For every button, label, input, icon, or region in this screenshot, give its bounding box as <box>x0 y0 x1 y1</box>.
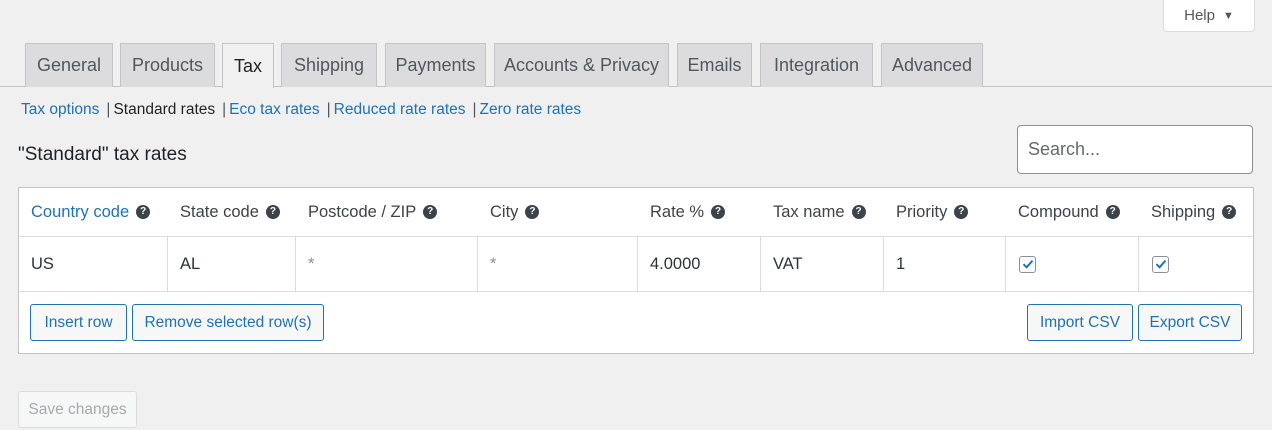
help-tip-icon[interactable]: ? <box>711 205 726 219</box>
tab-payments[interactable]: Payments <box>385 43 486 87</box>
settings-tabs: General Products Tax Shipping Payments A… <box>0 43 1272 88</box>
tab-emails[interactable]: Emails <box>677 43 752 87</box>
column-shipping: Shipping? <box>1139 188 1253 236</box>
compound-checkbox[interactable] <box>1019 255 1036 273</box>
column-country-code[interactable]: Country code? <box>19 188 168 236</box>
cell-compound <box>1006 237 1139 291</box>
remove-rows-button[interactable]: Remove selected row(s) <box>132 304 324 341</box>
help-tip-icon[interactable]: ? <box>954 205 969 219</box>
cell-tax-name[interactable]: VAT <box>761 237 884 291</box>
column-compound: Compound? <box>1006 188 1138 236</box>
help-button[interactable]: Help ▼ <box>1163 0 1255 32</box>
help-tip-icon[interactable]: ? <box>136 205 151 219</box>
subnav-separator: | <box>106 101 111 118</box>
cell-postcode[interactable]: * <box>296 237 478 291</box>
subnav-eco-tax-rates[interactable]: Eco tax rates <box>229 101 319 119</box>
help-tip-icon[interactable]: ? <box>1105 205 1120 219</box>
table-header: Country code? State code? Postcode / ZIP… <box>19 188 1253 237</box>
help-tip-icon[interactable]: ? <box>1222 205 1237 219</box>
export-csv-button[interactable]: Export CSV <box>1138 304 1242 341</box>
tab-shipping[interactable]: Shipping <box>281 43 377 87</box>
column-city: City? <box>478 188 637 236</box>
checkmark-icon <box>1022 259 1033 269</box>
column-state-code: State code? <box>168 188 295 236</box>
cell-city[interactable]: * <box>478 237 638 291</box>
import-csv-button[interactable]: Import CSV <box>1027 304 1133 341</box>
cell-priority[interactable]: 1 <box>884 237 1006 291</box>
tab-integration[interactable]: Integration <box>760 43 873 87</box>
help-tip-icon[interactable]: ? <box>423 205 438 219</box>
caret-down-icon: ▼ <box>1222 9 1234 22</box>
help-tip-icon[interactable]: ? <box>265 205 280 219</box>
subnav-tax-options[interactable]: Tax options <box>21 101 99 119</box>
page-title: "Standard" tax rates <box>18 144 187 165</box>
insert-row-button[interactable]: Insert row <box>30 304 127 341</box>
tab-products[interactable]: Products <box>120 43 215 87</box>
subnav-standard-rates[interactable]: Standard rates <box>113 101 215 119</box>
cell-country[interactable]: US <box>19 237 168 291</box>
cell-rate[interactable]: 4.0000 <box>638 237 761 291</box>
subnav-zero-rate-rates[interactable]: Zero rate rates <box>480 101 582 119</box>
subnav-reduced-rate-rates[interactable]: Reduced rate rates <box>334 101 466 119</box>
help-tip-icon[interactable]: ? <box>851 205 866 219</box>
cell-shipping <box>1139 237 1253 291</box>
search-input[interactable] <box>1017 125 1253 174</box>
table-row[interactable]: US AL * * 4.0000 VAT 1 <box>19 237 1253 292</box>
tax-subnav: Tax options | Standard rates | Eco tax r… <box>21 98 581 122</box>
shipping-checkbox[interactable] <box>1152 255 1169 273</box>
tab-accounts-privacy[interactable]: Accounts & Privacy <box>494 43 669 87</box>
column-tax-name: Tax name? <box>761 188 883 236</box>
tab-general[interactable]: General <box>25 43 113 87</box>
tab-advanced[interactable]: Advanced <box>881 43 983 87</box>
checkmark-icon <box>1155 259 1166 269</box>
tab-tax[interactable]: Tax <box>222 43 274 88</box>
column-postcode: Postcode / ZIP? <box>296 188 477 236</box>
tax-rates-table: Country code? State code? Postcode / ZIP… <box>18 187 1254 354</box>
save-changes-button[interactable]: Save changes <box>18 391 137 428</box>
subnav-separator: | <box>472 101 477 118</box>
help-label: Help <box>1184 7 1215 24</box>
subnav-separator: | <box>222 101 227 118</box>
help-tip-icon[interactable]: ? <box>525 205 540 219</box>
subnav-separator: | <box>326 101 331 118</box>
column-priority: Priority? <box>884 188 1005 236</box>
cell-state[interactable]: AL <box>168 237 296 291</box>
column-rate: Rate %? <box>638 188 760 236</box>
